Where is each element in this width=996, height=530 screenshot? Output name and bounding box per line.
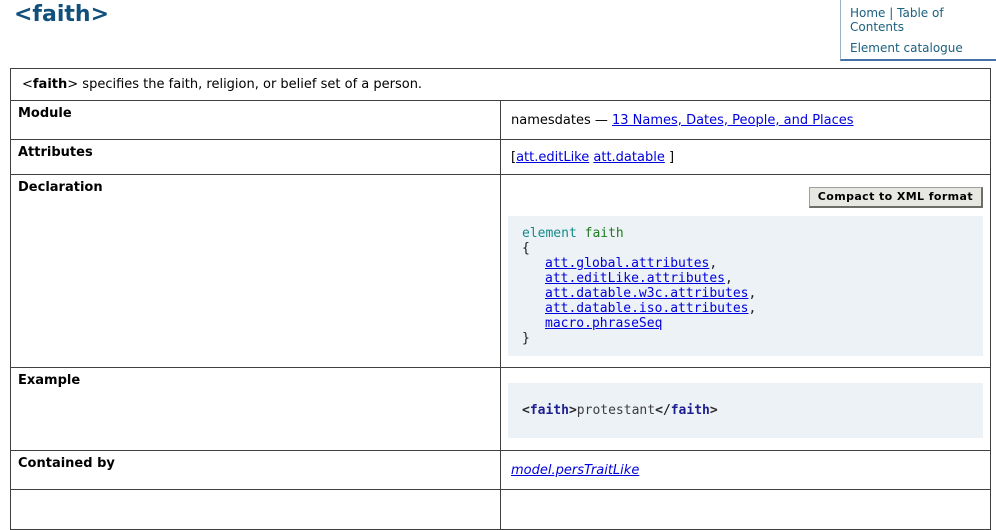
- example-value-cell: <faith>protestant</faith>: [501, 368, 991, 451]
- nav-line-catalogue: Element catalogue: [850, 41, 990, 55]
- nav-home-link[interactable]: Home: [850, 6, 885, 20]
- example-open-tag-close-bracket: >: [569, 403, 577, 418]
- code-link-att-datable-w3c-attributes[interactable]: att.datable.w3c.attributes: [545, 286, 749, 301]
- module-value-cell: namesdates — 13 Names, Dates, People, an…: [501, 101, 991, 140]
- declaration-toolbar: Compact to XML format: [508, 187, 983, 208]
- description-tag-name: faith: [33, 77, 67, 92]
- nav-element-catalogue-link[interactable]: Element catalogue: [850, 41, 963, 55]
- code-link-macro-phraseseq[interactable]: macro.phraseSeq: [545, 316, 662, 331]
- example-open-tag-bracket: <: [522, 403, 530, 418]
- example-label: Example: [11, 368, 501, 451]
- description-tag-close-bracket: >: [67, 77, 78, 92]
- code-open-brace: {: [522, 241, 969, 256]
- nav-separator: |: [889, 6, 893, 20]
- example-close-tag-close-bracket: >: [710, 403, 718, 418]
- module-row: Module namesdates — 13 Names, Dates, Peo…: [11, 101, 991, 140]
- description-tag-open-bracket: <: [22, 77, 33, 92]
- example-row: Example <faith>protestant</faith>: [11, 368, 991, 451]
- example-content-text: protestant: [577, 403, 655, 418]
- attributes-value-cell: [att.editLike att.datable ]: [501, 140, 991, 175]
- contained-by-value-cell: model.persTraitLike: [501, 451, 991, 490]
- attribute-class-link-datable[interactable]: att.datable: [593, 150, 664, 165]
- nav-box: Home | Table of Contents Element catalog…: [840, 0, 996, 61]
- declaration-value-cell: Compact to XML format element faith{att.…: [501, 175, 991, 368]
- contained-by-label: Contained by: [11, 451, 501, 490]
- example-code-block: <faith>protestant</faith>: [508, 383, 983, 438]
- example-open-tag-name: faith: [530, 403, 569, 418]
- attributes-label: Attributes: [11, 140, 501, 175]
- declaration-code-block: element faith{att.global.attributes,att.…: [508, 216, 983, 356]
- compact-to-xml-button[interactable]: Compact to XML format: [809, 187, 983, 208]
- description-row: <faith> specifies the faith, religion, o…: [11, 69, 991, 101]
- code-comma: ,: [725, 271, 733, 286]
- page-title: <faith>: [14, 2, 109, 27]
- code-comma: ,: [749, 286, 757, 301]
- code-link-att-global-attributes[interactable]: att.global.attributes: [545, 256, 709, 271]
- module-label: Module: [11, 101, 501, 140]
- code-comma: ,: [709, 256, 717, 271]
- code-keyword-element: element: [522, 226, 577, 241]
- next-row-label-cell: [11, 490, 501, 530]
- next-row-value-cell: [501, 490, 991, 530]
- module-name: namesdates —: [511, 113, 612, 128]
- example-close-tag-open-bracket: </: [655, 403, 671, 418]
- code-close-brace: }: [522, 331, 969, 346]
- code-link-att-editlike-attributes[interactable]: att.editLike.attributes: [545, 271, 725, 286]
- attributes-row: Attributes [att.editLike att.datable ]: [11, 140, 991, 175]
- attributes-close-bracket: ]: [669, 150, 674, 165]
- description-text: specifies the faith, religion, or belief…: [78, 77, 422, 92]
- code-element-name: faith: [585, 226, 624, 241]
- module-chapter-link[interactable]: 13 Names, Dates, People, and Places: [612, 113, 854, 128]
- description-cell: <faith> specifies the faith, religion, o…: [11, 69, 991, 101]
- element-spec-table: <faith> specifies the faith, religion, o…: [10, 68, 991, 530]
- declaration-row: Declaration Compact to XML format elemen…: [11, 175, 991, 368]
- declaration-label: Declaration: [11, 175, 501, 368]
- page: <faith> Home | Table of Contents Element…: [0, 0, 996, 492]
- code-comma: ,: [749, 301, 757, 316]
- next-row-clipped: [11, 490, 991, 530]
- code-link-att-datable-iso-attributes[interactable]: att.datable.iso.attributes: [545, 301, 749, 316]
- example-close-tag-name: faith: [671, 403, 710, 418]
- contained-by-row: Contained by model.persTraitLike: [11, 451, 991, 490]
- nav-line-home-toc: Home | Table of Contents: [850, 6, 990, 34]
- attribute-class-link-editlike[interactable]: att.editLike: [516, 150, 589, 165]
- contained-by-model-link[interactable]: model.persTraitLike: [511, 463, 639, 478]
